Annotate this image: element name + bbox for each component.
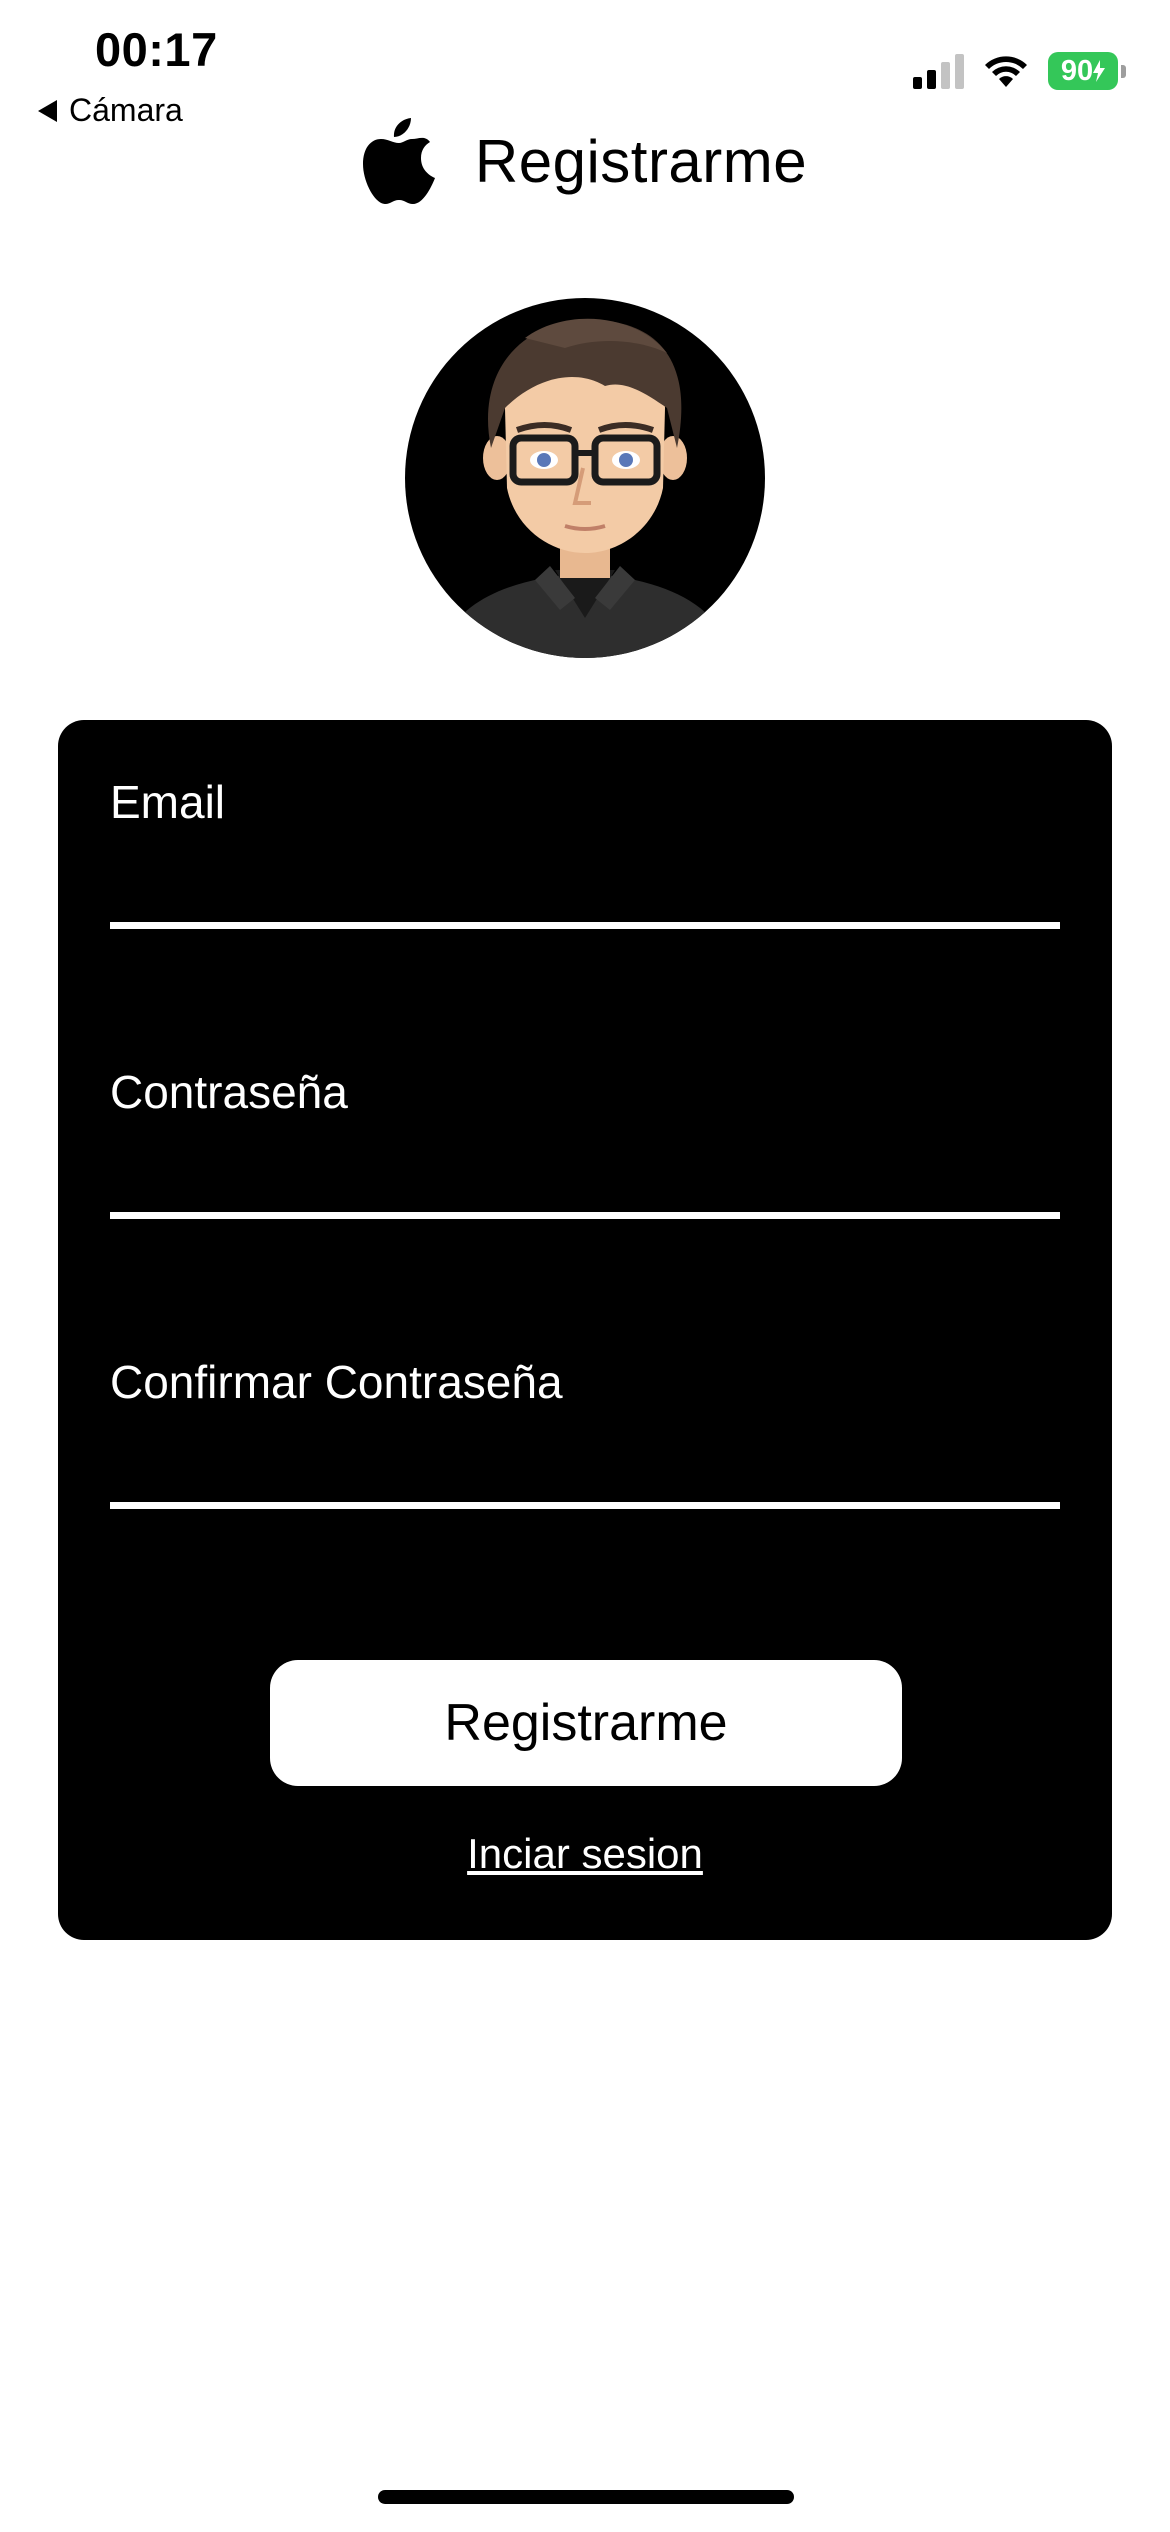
login-link[interactable]: Inciar sesion [58, 1830, 1112, 1878]
apple-logo-icon [362, 118, 435, 204]
cellular-signal-icon [913, 53, 964, 89]
email-field[interactable] [110, 922, 1060, 929]
status-time: 00:17 [95, 23, 218, 76]
charging-bolt-icon [1093, 60, 1106, 82]
avatar [405, 298, 765, 658]
home-indicator[interactable] [378, 2490, 794, 2504]
page-header: Registrarme [0, 118, 1170, 204]
wifi-icon [985, 56, 1027, 87]
email-label: Email [110, 776, 226, 828]
password-label: Contraseña [110, 1066, 348, 1118]
page-title: Registrarme [474, 127, 808, 195]
user-avatar-illustration [445, 318, 725, 658]
confirm-password-label: Confirmar Contraseña [110, 1356, 563, 1408]
battery-level: 90 [1060, 54, 1094, 87]
register-button[interactable]: Registrarme [270, 1660, 902, 1786]
register-form-card: Email Contraseña Confirmar Contraseña Re… [58, 720, 1112, 1940]
battery-icon: 90 [1048, 52, 1126, 90]
status-indicators: 90 [913, 52, 1126, 90]
password-field[interactable] [110, 1212, 1060, 1219]
confirm-password-field[interactable] [110, 1502, 1060, 1509]
